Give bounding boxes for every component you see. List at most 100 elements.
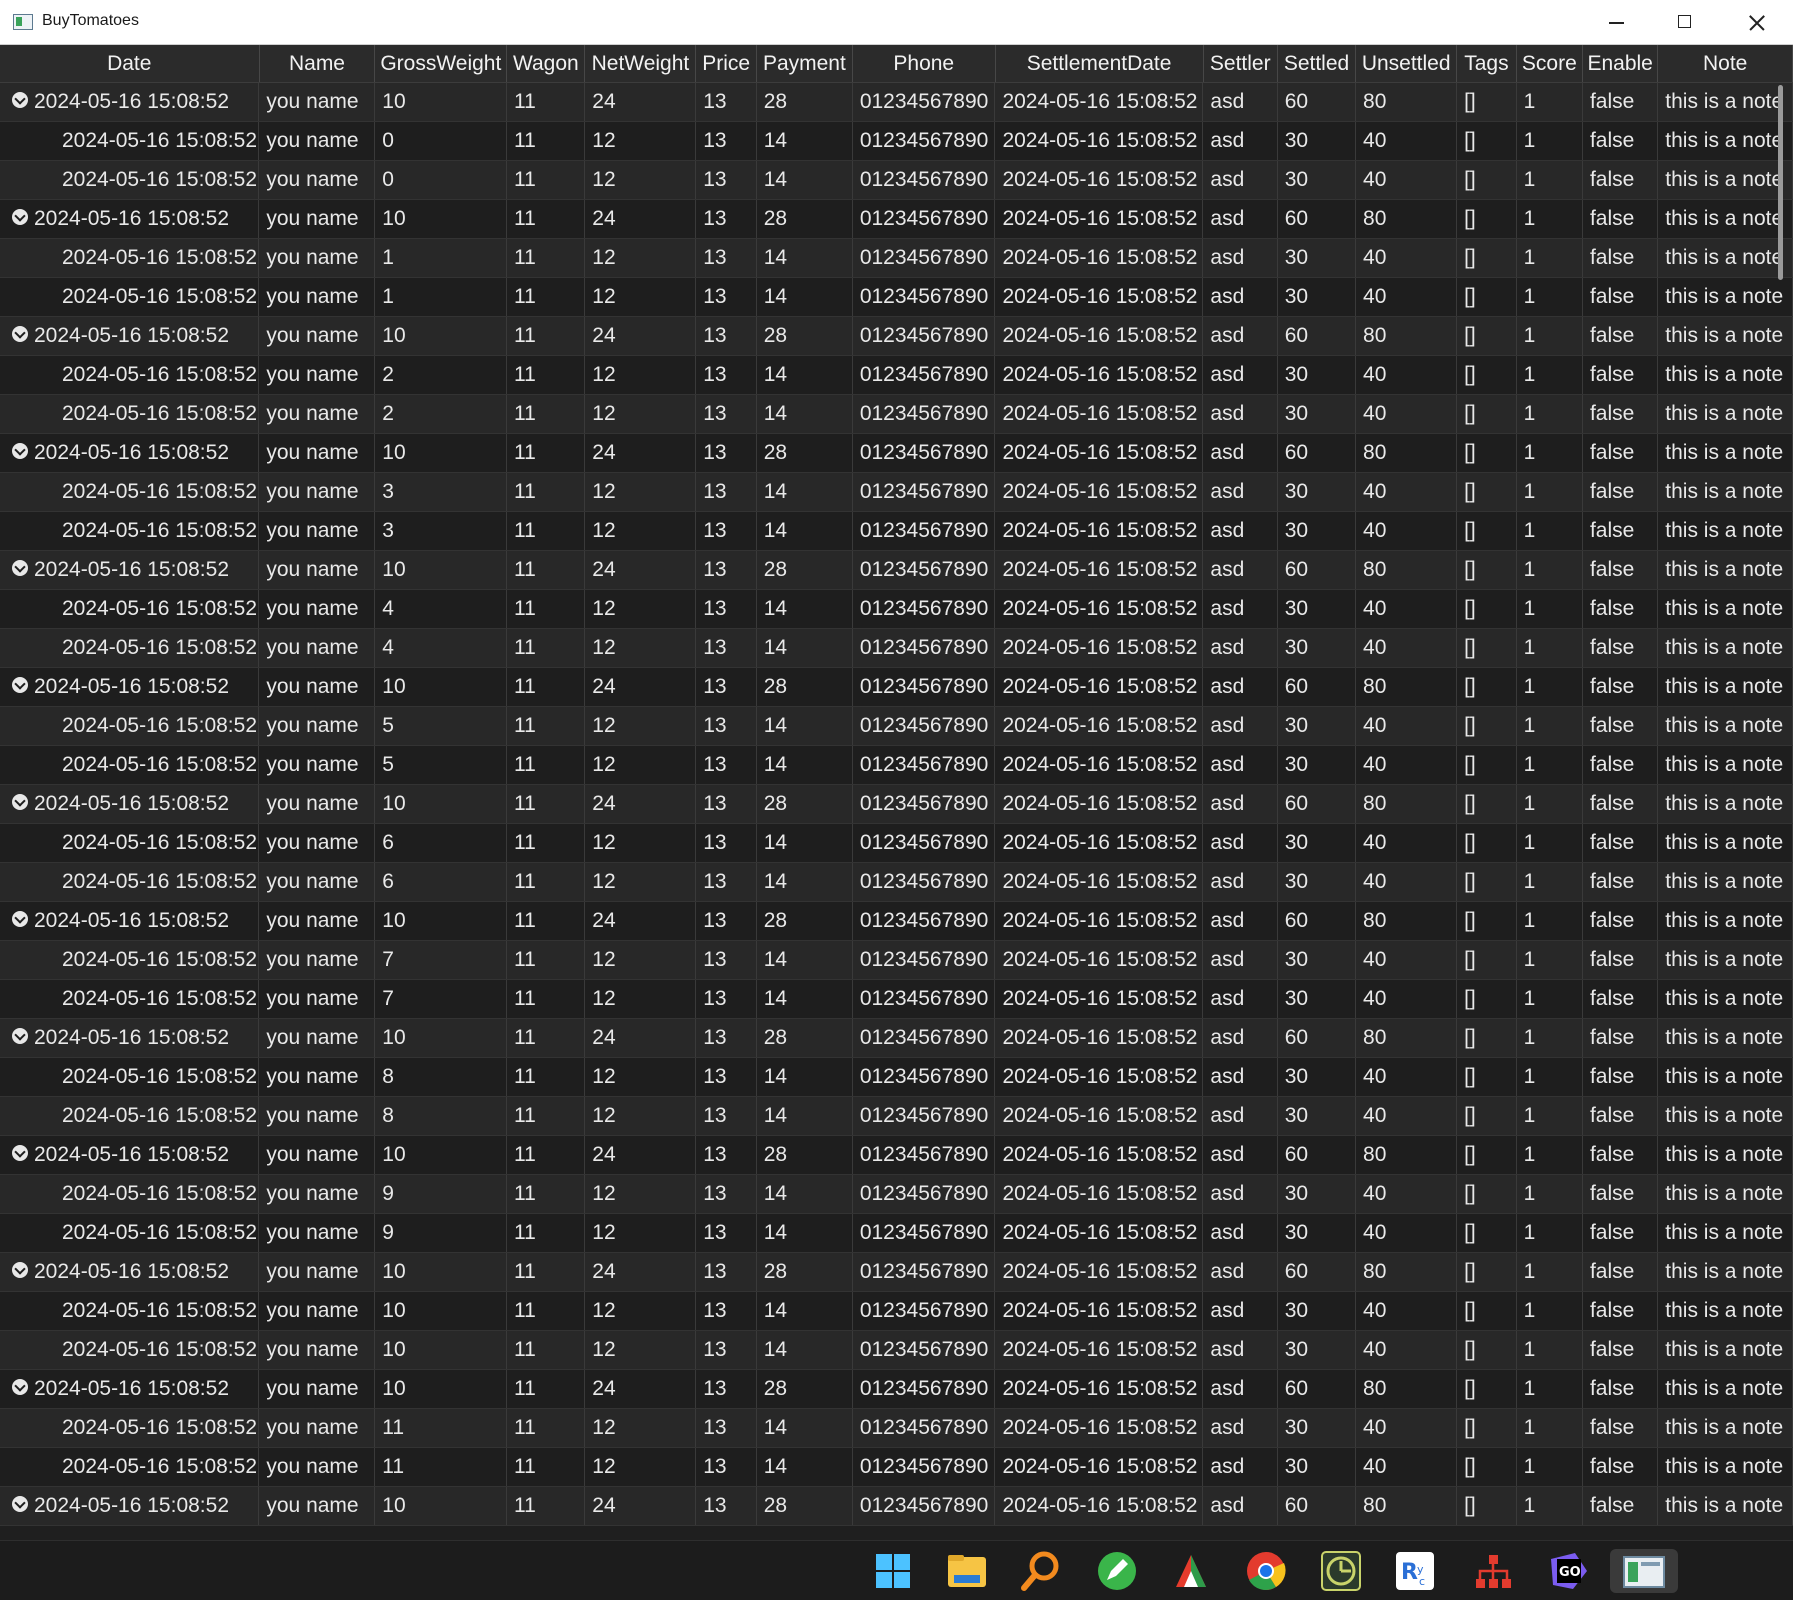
cell-tags[interactable]: [] xyxy=(1457,1487,1517,1525)
cell-netweight[interactable]: 24 xyxy=(585,1370,697,1408)
cell-payment[interactable]: 28 xyxy=(757,200,853,238)
cell-settler[interactable]: asd xyxy=(1203,941,1278,979)
cell-grossweight[interactable]: 10 xyxy=(375,902,508,940)
cell-wagon[interactable]: 11 xyxy=(507,1175,586,1213)
cell-phone[interactable]: 01234567890 xyxy=(853,1331,996,1369)
cell-netweight[interactable]: 12 xyxy=(585,1058,697,1096)
cell-grossweight[interactable]: 10 xyxy=(375,1370,508,1408)
buytomatoes-app-icon[interactable] xyxy=(1610,1549,1678,1593)
cell-date[interactable]: 2024-05-16 15:08:52 xyxy=(0,122,260,160)
cell-payment[interactable]: 14 xyxy=(757,1409,853,1447)
cell-enable[interactable]: false xyxy=(1583,902,1659,940)
table-row[interactable]: 2024-05-16 15:08:52 you name 7 11 12 13 14 0123… xyxy=(0,980,1793,1019)
cell-phone[interactable]: 01234567890 xyxy=(853,473,996,511)
cell-phone[interactable]: 01234567890 xyxy=(853,590,996,628)
cell-netweight[interactable]: 12 xyxy=(585,1214,697,1252)
cell-settler[interactable]: asd xyxy=(1203,395,1278,433)
cell-settler[interactable]: asd xyxy=(1203,902,1278,940)
cell-grossweight[interactable]: 10 xyxy=(375,1136,508,1174)
column-header-settler[interactable]: Settler xyxy=(1204,45,1278,82)
cell-score[interactable]: 1 xyxy=(1517,668,1583,706)
cell-unsettled[interactable]: 40 xyxy=(1356,1331,1458,1369)
cell-netweight[interactable]: 24 xyxy=(585,551,697,589)
cell-payment[interactable]: 14 xyxy=(757,1331,853,1369)
cell-enable[interactable]: false xyxy=(1583,941,1659,979)
file-explorer-icon[interactable] xyxy=(944,1549,990,1593)
cell-score[interactable]: 1 xyxy=(1517,473,1583,511)
cell-settled[interactable]: 30 xyxy=(1278,863,1357,901)
cell-netweight[interactable]: 12 xyxy=(585,356,697,394)
cell-grossweight[interactable]: 3 xyxy=(375,512,508,550)
cell-price[interactable]: 13 xyxy=(696,980,757,1018)
cell-date[interactable]: 2024-05-16 15:08:52 xyxy=(0,629,260,667)
cell-settled[interactable]: 30 xyxy=(1278,1175,1357,1213)
cell-phone[interactable]: 01234567890 xyxy=(853,1253,996,1291)
cell-wagon[interactable]: 11 xyxy=(507,395,586,433)
cell-name[interactable]: you name xyxy=(259,317,376,355)
cell-settler[interactable]: asd xyxy=(1203,746,1278,784)
group-row[interactable]: 2024-05-16 15:08:52 you name 10 11 24 13 28 012… xyxy=(0,1370,1793,1409)
cell-phone[interactable]: 01234567890 xyxy=(853,434,996,472)
cell-settled[interactable]: 30 xyxy=(1278,122,1357,160)
cell-settler[interactable]: asd xyxy=(1203,1019,1278,1057)
cell-grossweight[interactable]: 1 xyxy=(375,278,508,316)
cell-tags[interactable]: [] xyxy=(1457,200,1517,238)
cell-name[interactable]: you name xyxy=(259,863,376,901)
cell-wagon[interactable]: 11 xyxy=(507,1409,586,1447)
table-row[interactable]: 2024-05-16 15:08:52 you name 4 11 12 13 14 0123… xyxy=(0,629,1793,668)
group-row[interactable]: 2024-05-16 15:08:52 you name 10 11 24 13 28 012… xyxy=(0,1136,1793,1175)
cell-date[interactable]: 2024-05-16 15:08:52 xyxy=(0,668,260,706)
windows-start-icon[interactable] xyxy=(870,1549,916,1593)
cell-phone[interactable]: 01234567890 xyxy=(853,1175,996,1213)
cell-tags[interactable]: [] xyxy=(1457,707,1517,745)
data-grid[interactable]: Date Name GrossWeight Wagon NetWeight Price Pa… xyxy=(0,45,1793,1540)
cell-score[interactable]: 1 xyxy=(1517,239,1583,277)
vertical-scrollbar[interactable] xyxy=(1773,85,1787,1485)
cell-phone[interactable]: 01234567890 xyxy=(853,83,996,121)
cell-phone[interactable]: 01234567890 xyxy=(853,1487,996,1525)
cell-price[interactable]: 13 xyxy=(696,629,757,667)
cell-payment[interactable]: 28 xyxy=(757,551,853,589)
cell-date[interactable]: 2024-05-16 15:08:52 xyxy=(0,824,260,862)
cell-settler[interactable]: asd xyxy=(1203,317,1278,355)
group-row[interactable]: 2024-05-16 15:08:52 you name 10 11 24 13 28 012… xyxy=(0,83,1793,122)
cell-netweight[interactable]: 24 xyxy=(585,785,697,823)
cell-name[interactable]: you name xyxy=(259,785,376,823)
cell-settlementdate[interactable]: 2024-05-16 15:08:52 xyxy=(995,785,1204,823)
cell-name[interactable]: you name xyxy=(259,551,376,589)
cell-wagon[interactable]: 11 xyxy=(507,161,586,199)
cell-grossweight[interactable]: 8 xyxy=(375,1058,508,1096)
expand-chevron-icon[interactable] xyxy=(12,1145,28,1162)
cell-date[interactable]: 2024-05-16 15:08:52 xyxy=(0,161,260,199)
cell-tags[interactable]: [] xyxy=(1457,1058,1517,1096)
cell-settlementdate[interactable]: 2024-05-16 15:08:52 xyxy=(995,1136,1204,1174)
cell-settled[interactable]: 60 xyxy=(1278,668,1357,706)
expand-chevron-icon[interactable] xyxy=(12,677,28,694)
cell-settler[interactable]: asd xyxy=(1203,200,1278,238)
cell-name[interactable]: you name xyxy=(259,1370,376,1408)
cell-name[interactable]: you name xyxy=(259,746,376,784)
cell-settler[interactable]: asd xyxy=(1203,1253,1278,1291)
cell-enable[interactable]: false xyxy=(1583,83,1659,121)
cell-settled[interactable]: 30 xyxy=(1278,1214,1357,1252)
cell-name[interactable]: you name xyxy=(259,1175,376,1213)
cell-settler[interactable]: asd xyxy=(1203,356,1278,394)
cell-note[interactable]: this is a note xyxy=(1658,1487,1793,1525)
cell-settler[interactable]: asd xyxy=(1203,1409,1278,1447)
cell-score[interactable]: 1 xyxy=(1517,434,1583,472)
cell-payment[interactable]: 28 xyxy=(757,83,853,121)
cell-payment[interactable]: 28 xyxy=(757,1019,853,1057)
cell-settlementdate[interactable]: 2024-05-16 15:08:52 xyxy=(995,1175,1204,1213)
cell-phone[interactable]: 01234567890 xyxy=(853,1409,996,1447)
cell-grossweight[interactable]: 10 xyxy=(375,434,508,472)
cell-enable[interactable]: false xyxy=(1583,1487,1659,1525)
cell-settler[interactable]: asd xyxy=(1203,1370,1278,1408)
cell-name[interactable]: you name xyxy=(259,1058,376,1096)
cell-enable[interactable]: false xyxy=(1583,122,1659,160)
cell-payment[interactable]: 14 xyxy=(757,1175,853,1213)
cell-name[interactable]: you name xyxy=(259,1097,376,1135)
cell-netweight[interactable]: 12 xyxy=(585,122,697,160)
expand-chevron-icon[interactable] xyxy=(12,1379,28,1396)
cell-phone[interactable]: 01234567890 xyxy=(853,200,996,238)
cell-settlementdate[interactable]: 2024-05-16 15:08:52 xyxy=(995,746,1204,784)
